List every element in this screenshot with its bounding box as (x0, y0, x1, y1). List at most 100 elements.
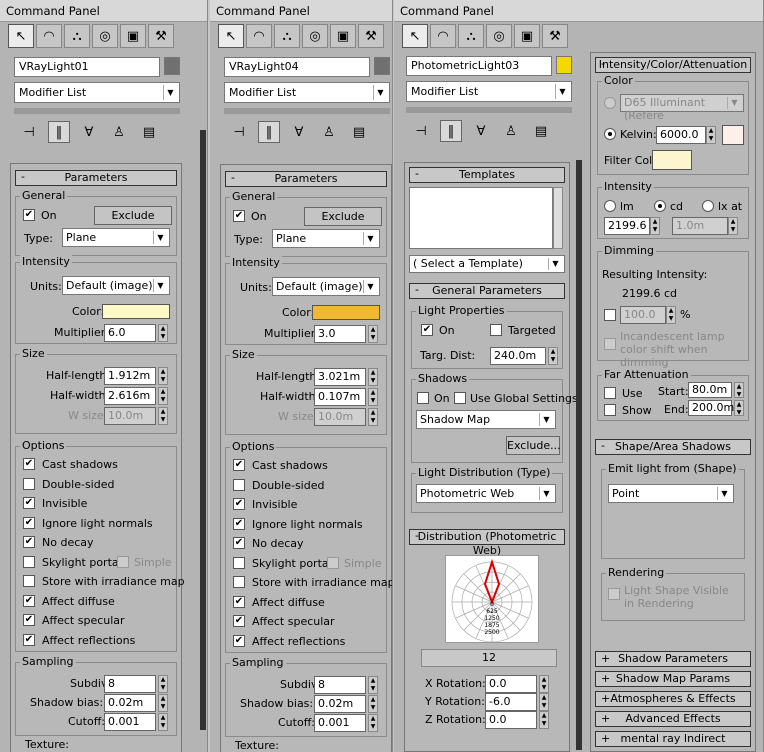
half-length-spinner[interactable]: 3.021m (314, 368, 366, 386)
motion-tab-icon[interactable]: ◎ (92, 24, 118, 48)
hierarchy-tab-icon[interactable]: ⛬ (458, 24, 484, 48)
object-name-input[interactable]: VRayLight01 (14, 57, 160, 77)
show-end-result-icon[interactable]: ‖ (440, 120, 462, 142)
kelvin-spinner[interactable]: 6000.0 (656, 126, 706, 144)
pin-stack-icon[interactable]: ⊣ (228, 121, 250, 143)
display-tab-icon[interactable]: ▣ (120, 24, 146, 48)
store-irradiance-checkbox[interactable] (233, 576, 245, 588)
spinner-arrows-icon[interactable]: ▲ ▼ (368, 676, 378, 694)
y-rotation-spinner[interactable]: -6.0 (485, 693, 537, 711)
lm-radio[interactable] (604, 200, 616, 212)
mental-ray-indirect-rollout[interactable]: +mental ray Indirect Illumination (595, 731, 751, 747)
modifier-stack-scrollbar[interactable] (406, 107, 572, 113)
affect-reflections-checkbox[interactable]: ✔ (23, 634, 35, 646)
kelvin-color-swatch[interactable] (722, 125, 744, 145)
advanced-effects-rollout[interactable]: + Advanced Effects (595, 711, 751, 727)
object-color-swatch[interactable] (164, 57, 180, 75)
half-width-spinner[interactable]: 2.616m (104, 387, 156, 405)
make-unique-icon[interactable]: ∀ (78, 121, 100, 143)
create-tab-icon[interactable]: ↖ (402, 24, 428, 48)
dimming-checkbox[interactable] (604, 309, 616, 321)
cutoff-spinner[interactable]: 0.001 (104, 713, 156, 731)
intensity-color-rollout-header[interactable]: - Intensity/Color/Attenuation (595, 57, 751, 73)
spinner-arrows-icon[interactable]: ▲ ▼ (650, 217, 660, 235)
templates-scrollbar[interactable] (553, 187, 563, 249)
skylight-portal-checkbox[interactable] (233, 557, 245, 569)
modify-tab-icon[interactable]: ◠ (246, 24, 272, 48)
template-dropdown[interactable]: ( Select a Template) ▼ (409, 255, 565, 273)
spinner-arrows-icon[interactable]: ▲ ▼ (368, 368, 378, 386)
shadow-parameters-rollout[interactable]: + Shadow Parameters (595, 651, 751, 667)
atmospheres-effects-rollout[interactable]: + Atmospheres & Effects (595, 691, 751, 707)
utilities-tab-icon[interactable]: ⚒ (148, 24, 174, 48)
store-irradiance-checkbox[interactable] (23, 575, 35, 587)
pin-stack-icon[interactable]: ⊣ (410, 120, 432, 142)
modify-tab-icon[interactable]: ◠ (430, 24, 456, 48)
create-tab-icon[interactable]: ↖ (218, 24, 244, 48)
distribution-rollout-header[interactable]: - Distribution (Photometric Web) (409, 529, 565, 557)
spinner-arrows-icon[interactable]: ▲ ▼ (158, 324, 168, 342)
affect-reflections-checkbox[interactable]: ✔ (233, 635, 245, 647)
shadow-type-dropdown[interactable]: Shadow Map ▼ (416, 410, 556, 429)
cast-shadows-checkbox[interactable]: ✔ (23, 458, 35, 470)
remove-modifier-icon[interactable]: ♙ (108, 121, 130, 143)
double-sided-checkbox[interactable] (23, 478, 35, 490)
web-file-count[interactable]: 12 (421, 649, 557, 667)
configure-sets-icon[interactable]: ▤ (530, 120, 552, 142)
modifier-stack-scrollbar[interactable] (14, 108, 180, 114)
spinner-arrows-icon[interactable]: ▲ ▼ (734, 382, 744, 398)
shape-shadows-rollout-header[interactable]: - Shape/Area Shadows (595, 439, 751, 455)
display-tab-icon[interactable]: ▣ (330, 24, 356, 48)
affect-diffuse-checkbox[interactable]: ✔ (233, 596, 245, 608)
affect-specular-checkbox[interactable]: ✔ (23, 614, 35, 626)
on-checkbox[interactable]: ✔ (23, 209, 35, 221)
affect-specular-checkbox[interactable]: ✔ (233, 615, 245, 627)
shadow-map-params-rollout[interactable]: + Shadow Map Params (595, 671, 751, 687)
double-sided-checkbox[interactable] (233, 479, 245, 491)
spinner-arrows-icon[interactable]: ▲ ▼ (539, 675, 549, 693)
targeted-checkbox[interactable] (490, 324, 502, 336)
show-end-result-icon[interactable]: ‖ (48, 121, 70, 143)
modifier-list-dropdown[interactable]: Modifier List ▼ (406, 81, 572, 102)
spinner-arrows-icon[interactable]: ▲ ▼ (368, 388, 378, 406)
parameters-rollout-header[interactable]: - Parameters (15, 170, 177, 186)
filter-color-swatch[interactable] (652, 150, 692, 170)
left-column-scrollbar[interactable] (576, 160, 582, 750)
light-color-swatch[interactable] (102, 304, 170, 319)
spinner-arrows-icon[interactable]: ▲ ▼ (368, 325, 378, 343)
display-tab-icon[interactable]: ▣ (514, 24, 540, 48)
emit-shape-dropdown[interactable]: Point ▼ (608, 484, 734, 503)
shadow-bias-spinner[interactable]: 0.02m (104, 694, 156, 712)
remove-modifier-icon[interactable]: ♙ (318, 121, 340, 143)
z-rotation-spinner[interactable]: 0.0 (485, 711, 537, 729)
type-dropdown[interactable]: Plane ▼ (272, 229, 380, 248)
modifier-list-dropdown[interactable]: Modifier List ▼ (14, 82, 180, 103)
pin-stack-icon[interactable]: ⊣ (18, 121, 40, 143)
exclude-button[interactable]: Exclude (304, 207, 382, 226)
far-use-checkbox[interactable] (604, 387, 616, 399)
exclude-button[interactable]: Exclude... (506, 436, 561, 455)
no-decay-checkbox[interactable]: ✔ (233, 537, 245, 549)
multiplier-spinner[interactable]: 6.0 (104, 324, 156, 342)
show-end-result-icon[interactable]: ‖ (258, 121, 280, 143)
far-start-spinner[interactable]: 80.0m (688, 382, 732, 398)
shadows-on-checkbox[interactable] (417, 392, 429, 404)
make-unique-icon[interactable]: ∀ (288, 121, 310, 143)
spinner-arrows-icon[interactable]: ▲ ▼ (734, 400, 744, 416)
spinner-arrows-icon[interactable]: ▲ ▼ (158, 694, 168, 712)
cast-shadows-checkbox[interactable]: ✔ (233, 459, 245, 471)
subdivs-spinner[interactable]: 8 (104, 675, 156, 693)
spinner-arrows-icon[interactable]: ▲ ▼ (158, 387, 168, 405)
object-color-swatch[interactable] (556, 56, 572, 74)
object-color-swatch[interactable] (374, 57, 390, 75)
parameters-rollout-header[interactable]: - Parameters (225, 171, 387, 187)
use-global-settings-checkbox[interactable] (454, 392, 466, 404)
invisible-checkbox[interactable]: ✔ (23, 497, 35, 509)
multiplier-spinner[interactable]: 3.0 (314, 325, 366, 343)
utilities-tab-icon[interactable]: ⚒ (542, 24, 568, 48)
remove-modifier-icon[interactable]: ♙ (500, 120, 522, 142)
ignore-light-normals-checkbox[interactable]: ✔ (23, 517, 35, 529)
light-on-checkbox[interactable]: ✔ (421, 324, 433, 336)
target-distance-spinner[interactable]: 240.0m (490, 347, 546, 365)
spinner-arrows-icon[interactable]: ▲ ▼ (706, 126, 716, 144)
